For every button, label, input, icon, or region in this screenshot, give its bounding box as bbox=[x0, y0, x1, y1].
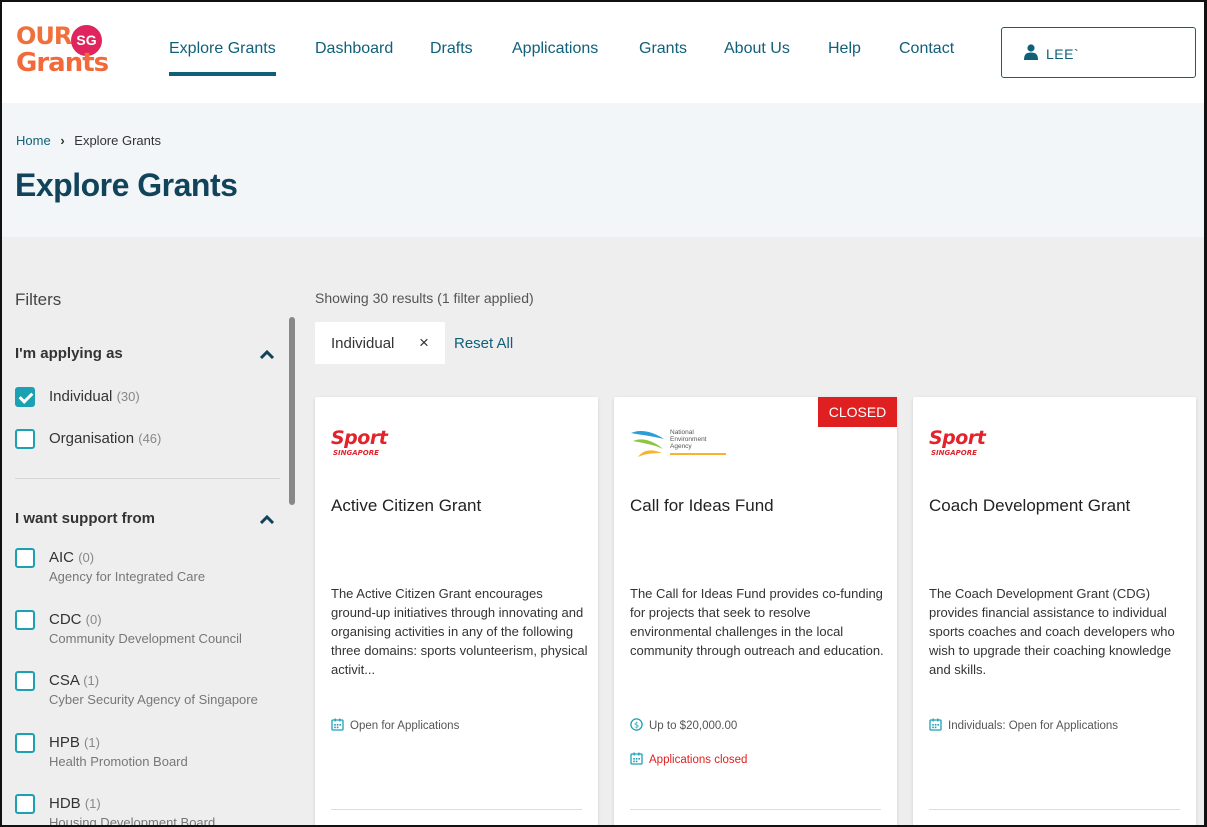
nav-help[interactable]: Help bbox=[828, 40, 861, 58]
filter-divider bbox=[15, 478, 280, 479]
filter-option-label: Organisation (46) bbox=[49, 430, 162, 447]
nav-grants[interactable]: Grants bbox=[639, 40, 687, 58]
card-divider bbox=[331, 809, 582, 810]
individual-checkbox[interactable] bbox=[15, 387, 35, 407]
grant-card[interactable]: Sport SINGAPORE Coach Development Grant … bbox=[913, 397, 1196, 825]
nav-applications[interactable]: Applications bbox=[512, 40, 598, 58]
card-divider bbox=[630, 809, 881, 810]
grant-status: Open for Applications bbox=[331, 718, 459, 732]
grant-description: The Call for Ideas Fund provides co-fund… bbox=[630, 586, 884, 658]
active-filter-chip[interactable]: Individual × bbox=[315, 322, 445, 364]
nea-wordmark: National Environment Agency bbox=[670, 429, 707, 450]
filters-title: Filters bbox=[15, 290, 62, 309]
breadcrumb-home-link[interactable]: Home bbox=[16, 133, 51, 148]
chevron-up-icon[interactable] bbox=[259, 349, 275, 359]
close-icon[interactable]: × bbox=[419, 333, 429, 353]
hpb-checkbox[interactable] bbox=[15, 733, 35, 753]
filter-option-label: HPB (1) bbox=[49, 734, 100, 751]
reset-all-link[interactable]: Reset All bbox=[454, 335, 513, 352]
organisation-checkbox[interactable] bbox=[15, 429, 35, 449]
csa-checkbox[interactable] bbox=[15, 671, 35, 691]
grant-card[interactable]: Sport SINGAPORE Active Citizen Grant The… bbox=[315, 397, 598, 825]
card-divider bbox=[929, 809, 1180, 810]
hdb-checkbox[interactable] bbox=[15, 794, 35, 814]
filter-option-label: CSA (1) bbox=[49, 672, 100, 689]
filters-sidebar: Filters I'm applying as Individual (30) … bbox=[2, 237, 295, 827]
filter-option-subtitle: Cyber Security Agency of Singapore bbox=[49, 692, 258, 707]
nav-drafts[interactable]: Drafts bbox=[430, 40, 473, 58]
filter-option-label: AIC (0) bbox=[49, 549, 95, 566]
cdc-checkbox[interactable] bbox=[15, 610, 35, 630]
closed-badge: CLOSED bbox=[818, 397, 897, 427]
nav-about-us[interactable]: About Us bbox=[724, 40, 790, 58]
nea-tagline-bar bbox=[670, 453, 726, 455]
filter-option-label: CDC (0) bbox=[49, 611, 102, 628]
filter-group-support-from-title: I want support from bbox=[15, 510, 155, 527]
nav-dashboard[interactable]: Dashboard bbox=[315, 40, 393, 58]
filter-option-subtitle: Agency for Integrated Care bbox=[49, 569, 206, 584]
nea-leaf-icon bbox=[631, 431, 664, 457]
sport-singapore-logo: Sport SINGAPORE bbox=[331, 427, 388, 457]
page-header-band: Home › Explore Grants Explore Grants bbox=[2, 103, 1204, 237]
filter-option-subtitle: Health Promotion Board bbox=[49, 754, 188, 769]
nav-contact[interactable]: Contact bbox=[899, 40, 954, 58]
top-header: OUR SG Grants Explore Grants Dashboard D… bbox=[2, 2, 1204, 103]
grant-title[interactable]: Call for Ideas Fund bbox=[630, 496, 774, 516]
user-account-button[interactable]: LEE` bbox=[1001, 27, 1196, 78]
ourgrants-logo[interactable]: OUR SG Grants bbox=[16, 22, 126, 80]
results-summary: Showing 30 results (1 filter applied) bbox=[315, 290, 534, 306]
grant-card[interactable]: CLOSED National Environment Agency Call … bbox=[614, 397, 897, 825]
page-title: Explore Grants bbox=[15, 167, 238, 203]
nea-logo: National Environment Agency bbox=[630, 427, 740, 463]
calendar-icon bbox=[331, 718, 344, 731]
breadcrumb: Home › Explore Grants bbox=[16, 133, 161, 148]
aic-checkbox[interactable] bbox=[15, 548, 35, 568]
svg-text:$: $ bbox=[634, 721, 639, 730]
dollar-icon: $ bbox=[630, 718, 643, 731]
filter-option-label: Individual (30) bbox=[49, 388, 140, 405]
grant-description: The Active Citizen Grant encourages grou… bbox=[331, 586, 588, 677]
chip-label: Individual bbox=[331, 335, 395, 352]
filter-option-subtitle: Community Development Council bbox=[49, 631, 242, 646]
grant-status: Individuals: Open for Applications bbox=[929, 718, 1118, 732]
filter-option-label: HDB (1) bbox=[49, 795, 101, 812]
sport-singapore-logo: Sport SINGAPORE bbox=[929, 427, 986, 457]
nav-explore-grants[interactable]: Explore Grants bbox=[169, 40, 276, 76]
filter-option-subtitle: Housing Development Board bbox=[49, 815, 216, 827]
grant-description: The Coach Development Grant (CDG) provid… bbox=[929, 586, 1175, 677]
breadcrumb-current: Explore Grants bbox=[74, 133, 161, 148]
user-name: LEE` bbox=[1046, 46, 1080, 62]
app-frame: OUR SG Grants Explore Grants Dashboard D… bbox=[0, 0, 1207, 827]
chevron-right-icon: › bbox=[60, 133, 65, 148]
grant-title[interactable]: Active Citizen Grant bbox=[331, 496, 481, 516]
grant-funding: $ Up to $20,000.00 bbox=[630, 718, 737, 732]
calendar-icon bbox=[929, 718, 942, 731]
grant-title[interactable]: Coach Development Grant bbox=[929, 496, 1130, 516]
user-icon bbox=[1024, 44, 1038, 60]
calendar-icon bbox=[630, 752, 643, 765]
grant-status: Applications closed bbox=[630, 752, 747, 766]
logo-our-text: OUR bbox=[16, 22, 72, 50]
filters-scrollbar[interactable] bbox=[289, 317, 295, 505]
filter-group-applying-as-title: I'm applying as bbox=[15, 345, 123, 362]
chevron-up-icon[interactable] bbox=[259, 514, 275, 524]
logo-grants-text: Grants bbox=[16, 48, 109, 78]
